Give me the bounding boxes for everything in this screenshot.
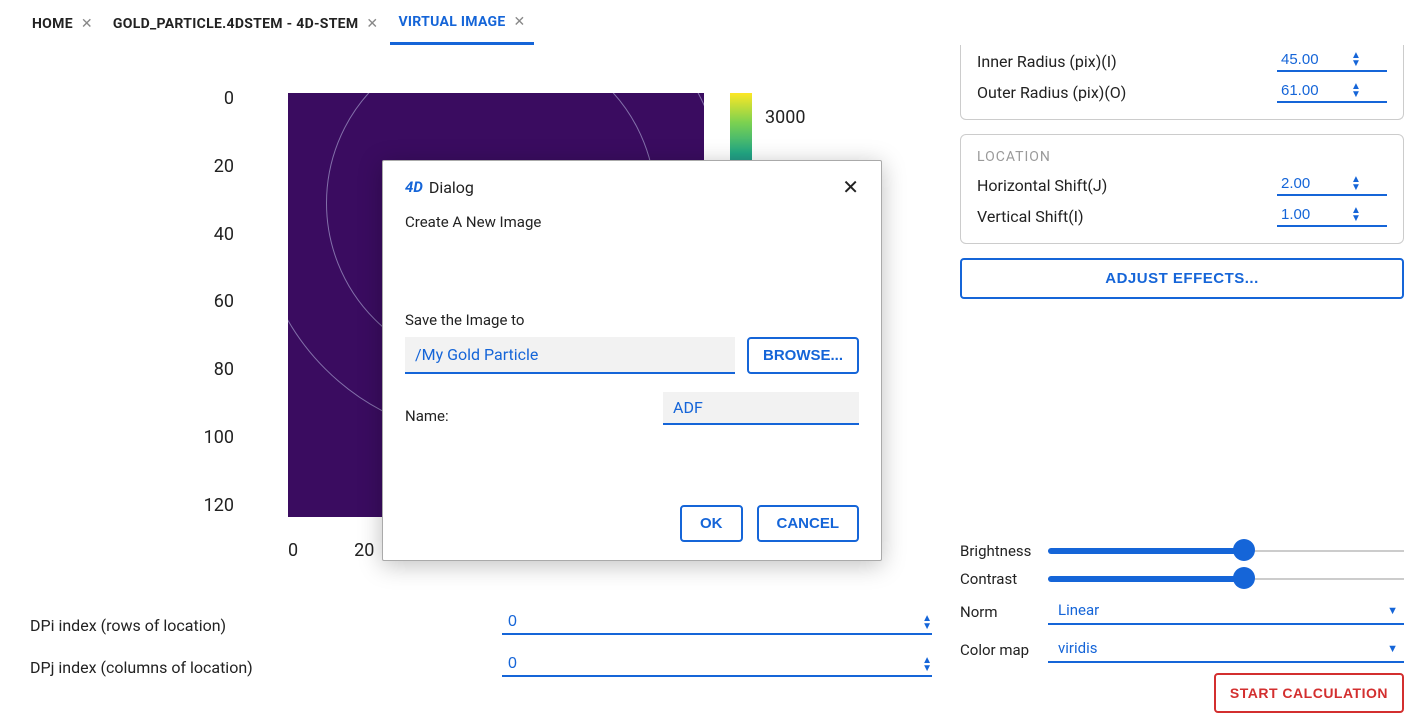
app-logo-icon: 4D (405, 178, 423, 196)
spin-down-icon[interactable]: ▼ (922, 623, 932, 631)
chevron-down-icon: ▼ (1387, 642, 1398, 655)
spin-down-icon[interactable]: ▼ (1351, 215, 1361, 223)
inner-radius-label: Inner Radius (pix)(I) (977, 52, 1117, 71)
outer-radius-stepper[interactable]: ▲▼ (1277, 82, 1387, 103)
close-icon[interactable]: ✕ (81, 16, 93, 32)
norm-value: Linear (1058, 601, 1099, 619)
colormap-value: viridis (1058, 639, 1098, 657)
dpj-input[interactable] (502, 655, 922, 673)
colormap-select[interactable]: viridis ▼ (1048, 635, 1404, 663)
brightness-label: Brightness (960, 542, 1038, 560)
hshift-input[interactable] (1281, 175, 1351, 192)
close-icon[interactable]: ✕ (366, 16, 378, 32)
group-title: LOCATION (977, 149, 1387, 165)
contrast-label: Contrast (960, 570, 1038, 588)
inner-radius-stepper[interactable]: ▲▼ (1277, 51, 1387, 72)
slider-thumb[interactable] (1233, 539, 1255, 561)
browse-button[interactable]: BROWSE... (747, 337, 859, 374)
save-image-dialog: 4D Dialog ✕ Create A New Image Save the … (382, 160, 882, 561)
adjust-effects-button[interactable]: ADJUST EFFECTS... (960, 258, 1404, 299)
radius-group: Inner Radius (pix)(I) ▲▼ Outer Radius (p… (960, 45, 1404, 120)
vshift-input[interactable] (1281, 206, 1351, 223)
dpj-stepper[interactable]: ▲ ▼ (502, 653, 932, 677)
tab-home[interactable]: HOME ✕ (24, 10, 101, 44)
spin-down-icon[interactable]: ▼ (1351, 184, 1361, 192)
dpi-label: DPi index (rows of location) (30, 616, 490, 635)
brightness-slider[interactable] (1048, 541, 1404, 561)
dpi-stepper[interactable]: ▲ ▼ (502, 611, 932, 635)
dialog-subtitle: Create A New Image (405, 213, 859, 231)
spin-down-icon[interactable]: ▼ (1351, 91, 1361, 99)
chevron-down-icon: ▼ (1387, 604, 1398, 617)
colorbar-label: 3000 (765, 107, 805, 128)
norm-label: Norm (960, 603, 1038, 625)
cancel-button[interactable]: CANCEL (757, 505, 860, 542)
norm-select[interactable]: Linear ▼ (1048, 597, 1404, 625)
outer-radius-label: Outer Radius (pix)(O) (977, 83, 1126, 102)
start-calculation-button[interactable]: START CALCULATION (1214, 673, 1404, 713)
save-path-input[interactable]: /My Gold Particle (405, 337, 735, 374)
y-axis-ticks: 0 20 40 60 80 100 120 (200, 88, 234, 516)
dpj-label: DPj index (columns of location) (30, 658, 490, 677)
colormap-label: Color map (960, 641, 1038, 663)
vshift-label: Vertical Shift(I) (977, 207, 1084, 226)
tab-virtual-image[interactable]: VIRTUAL IMAGE ✕ (390, 8, 533, 45)
name-label: Name: (405, 407, 651, 425)
tab-label: HOME (32, 16, 73, 32)
hshift-stepper[interactable]: ▲▼ (1277, 175, 1387, 196)
dpi-input[interactable] (502, 613, 922, 631)
name-input[interactable]: ADF (663, 392, 859, 425)
inner-radius-input[interactable] (1281, 51, 1351, 68)
contrast-slider[interactable] (1048, 569, 1404, 589)
outer-radius-input[interactable] (1281, 82, 1351, 99)
ok-button[interactable]: OK (680, 505, 743, 542)
tab-label: GOLD_PARTICLE.4DSTEM - 4D-STEM (113, 16, 359, 32)
slider-thumb[interactable] (1233, 567, 1255, 589)
vshift-stepper[interactable]: ▲▼ (1277, 206, 1387, 227)
save-path-label: Save the Image to (405, 311, 859, 329)
spin-down-icon[interactable]: ▼ (922, 665, 932, 673)
close-icon[interactable]: ✕ (842, 177, 859, 197)
tab-4dstem[interactable]: GOLD_PARTICLE.4DSTEM - 4D-STEM ✕ (105, 10, 387, 44)
close-icon[interactable]: ✕ (514, 14, 526, 30)
tab-bar: HOME ✕ GOLD_PARTICLE.4DSTEM - 4D-STEM ✕ … (0, 0, 1428, 45)
hshift-label: Horizontal Shift(J) (977, 176, 1107, 195)
dialog-title: Dialog (429, 178, 474, 197)
location-group: LOCATION Horizontal Shift(J) ▲▼ Vertical… (960, 134, 1404, 244)
spin-down-icon[interactable]: ▼ (1351, 60, 1361, 68)
tab-label: VIRTUAL IMAGE (398, 14, 505, 30)
